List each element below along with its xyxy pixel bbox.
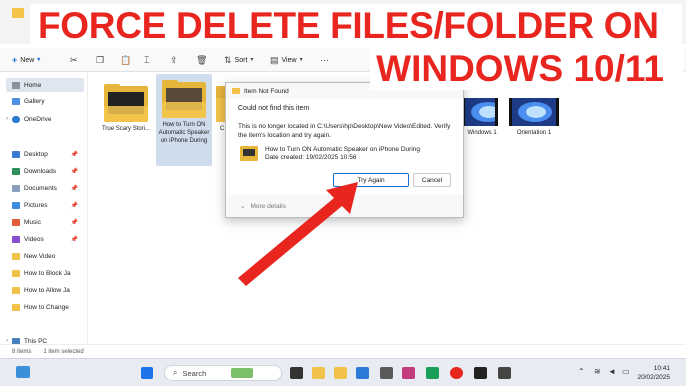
title-bar — [0, 0, 686, 44]
share-icon: ⇪ — [170, 54, 178, 65]
file-explorer-icon[interactable] — [312, 367, 325, 379]
more-options-button[interactable]: ··· — [320, 54, 329, 66]
file-item-scary-stories[interactable]: True Scary Stori... — [98, 78, 154, 148]
chevron-down-icon: ▾ — [299, 57, 303, 63]
rename-button[interactable]: ⌶ — [144, 54, 149, 66]
sidebar-item-onedrive[interactable]: › OneDrive — [6, 112, 84, 126]
sidebar-item-how-to-allow[interactable]: How to Allow Ja — [6, 283, 84, 297]
scissors-icon[interactable] — [380, 367, 393, 379]
sidebar-item-documents[interactable]: Documents 📌 — [6, 181, 84, 195]
start-icon[interactable] — [141, 367, 153, 379]
rename-icon: ⌶ — [144, 54, 150, 65]
folder-tab-icon[interactable] — [12, 8, 24, 18]
dialog-heading: Could not find this item — [238, 105, 310, 112]
sidebar-item-desktop[interactable]: Desktop 📌 — [6, 147, 84, 161]
video-thumbnail — [462, 98, 498, 126]
selection-count: 1 item selected — [43, 348, 84, 355]
paste-icon: 📋 — [120, 54, 132, 65]
pin-icon: 📌 — [70, 202, 78, 209]
clock[interactable]: 10:41 20/02/2025 — [637, 364, 670, 382]
file-item-iphone-speaker[interactable]: How to Turn ON Automatic Speaker on iPho… — [156, 74, 212, 166]
sidebar-item-new-video[interactable]: New Video — [6, 249, 84, 263]
folder-icon — [104, 84, 148, 122]
copy-button[interactable]: ❐ — [96, 54, 104, 66]
chevron-down-icon: ▾ — [250, 57, 254, 63]
folder-icon — [12, 286, 20, 294]
sidebar-item-gallery[interactable]: Gallery — [6, 94, 84, 108]
dialog-message: This is no longer located in C:\Users\hp… — [238, 123, 451, 139]
sidebar-item-home[interactable]: Home — [6, 78, 84, 92]
chevron-right-icon: › — [6, 116, 8, 122]
taskbar: ⌕ Search ⌃ ≋ ◄ ▭ 10:41 20/02/2025 — [0, 358, 686, 386]
search-box[interactable]: ⌕ Search — [164, 365, 282, 381]
pin-icon: 📌 — [70, 185, 78, 192]
capcut-icon[interactable] — [474, 367, 487, 379]
file-thumbnail-icon — [240, 146, 258, 161]
new-button[interactable]: + New ▾ — [12, 54, 40, 66]
chevron-down-icon: ▾ — [37, 57, 41, 63]
music-icon — [12, 218, 20, 226]
sidebar-item-downloads[interactable]: Downloads 📌 — [6, 164, 84, 178]
battery-icon[interactable]: ▭ — [622, 368, 630, 376]
plus-icon: + — [12, 54, 18, 65]
capcut-2-icon[interactable] — [498, 367, 511, 379]
wifi-icon[interactable]: ≋ — [594, 368, 601, 376]
task-view-icon[interactable] — [290, 367, 303, 379]
view-icon: ▤ — [270, 54, 279, 65]
app-icon[interactable] — [426, 367, 439, 379]
desktop-icon — [12, 150, 20, 158]
home-icon — [12, 81, 20, 89]
pin-icon: 📌 — [70, 236, 78, 243]
photos-icon[interactable] — [402, 367, 415, 379]
pictures-icon — [12, 201, 20, 209]
folder-icon — [162, 80, 206, 118]
documents-icon — [12, 184, 20, 192]
red-arrow-icon — [238, 182, 358, 286]
search-highlight-icon — [231, 368, 254, 378]
chrome-icon[interactable] — [450, 367, 463, 379]
speaker-icon[interactable]: ◄ — [608, 368, 616, 376]
pin-icon: 📌 — [70, 219, 78, 226]
cancel-button[interactable]: Cancel — [413, 173, 451, 187]
copy-icon: ❐ — [96, 54, 105, 65]
widgets-icon[interactable] — [16, 366, 32, 378]
trash-icon: 🗑 — [196, 54, 208, 65]
sidebar-item-music[interactable]: Music 📌 — [6, 215, 84, 229]
share-button[interactable]: ⇪ — [170, 54, 178, 66]
videos-icon — [12, 235, 20, 243]
folder-icon — [12, 252, 20, 260]
folder-icon — [232, 88, 240, 94]
navigation-pane: Home Gallery › OneDrive Desktop 📌 Downlo… — [0, 72, 88, 345]
status-bar: 8 items 1 item selected — [0, 344, 686, 358]
sidebar-item-how-to-block[interactable]: How to Block Ja — [6, 266, 84, 280]
folder-icon — [12, 303, 20, 311]
file-item-orientation[interactable]: Orientation 1 — [506, 92, 562, 142]
onedrive-icon — [12, 115, 20, 123]
dialog-title: Item Not Found — [244, 87, 289, 95]
pin-icon: 📌 — [70, 151, 78, 158]
cut-icon: ✂ — [70, 54, 78, 65]
file-item-windows[interactable]: Windows 1 — [460, 92, 504, 142]
sort-icon: ⇅ — [224, 54, 232, 65]
chevron-up-icon[interactable]: ⌃ — [578, 368, 585, 376]
video-thumbnail — [509, 98, 559, 126]
downloads-icon — [12, 167, 20, 175]
dialog-title-bar: Item Not Found — [226, 83, 463, 99]
sidebar-item-pictures[interactable]: Pictures 📌 — [6, 198, 84, 212]
view-button[interactable]: ▤ View ▾ — [270, 54, 303, 66]
pin-icon: 📌 — [70, 168, 78, 175]
file-explorer-active-icon[interactable] — [334, 367, 347, 379]
mail-icon[interactable] — [356, 367, 369, 379]
folder-icon — [12, 269, 20, 277]
cut-button[interactable]: ✂ — [70, 54, 78, 66]
delete-button[interactable]: 🗑 — [196, 54, 207, 66]
sort-button[interactable]: ⇅ Sort ▾ — [224, 54, 253, 66]
search-icon: ⌕ — [173, 368, 178, 377]
gallery-icon — [12, 97, 20, 105]
command-bar: + New ▾ ✂ ❐ 📋 ⌶ ⇪ 🗑 ⇅ Sort ▾ ▤ View ▾ ··… — [0, 48, 686, 72]
sidebar-item-how-to-change[interactable]: How to Change — [6, 300, 84, 314]
item-count: 8 items — [12, 348, 32, 355]
paste-button[interactable]: 📋 — [120, 54, 131, 66]
sidebar-item-videos[interactable]: Videos 📌 — [6, 232, 84, 246]
